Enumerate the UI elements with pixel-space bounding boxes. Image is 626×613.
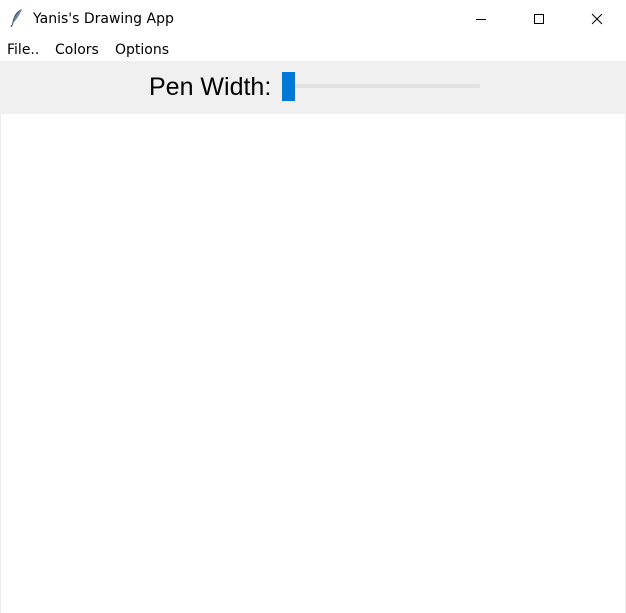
minimize-icon [476,19,486,20]
close-button[interactable] [568,0,626,38]
drawing-canvas[interactable] [0,114,626,613]
pen-width-slider[interactable] [282,71,482,101]
slider-track[interactable] [282,84,480,88]
slider-thumb[interactable] [282,72,295,101]
maximize-button[interactable] [510,0,568,38]
maximize-icon [534,14,544,24]
window-title: Yanis's Drawing App [33,11,174,27]
minimize-button[interactable] [452,0,510,38]
menu-bar: File.. Colors Options [0,38,626,61]
pen-width-label: Pen Width: [149,73,272,101]
feather-icon [9,8,25,28]
menu-options[interactable]: Options [115,41,169,59]
menu-file[interactable]: File.. [7,41,39,59]
menu-colors[interactable]: Colors [55,41,99,59]
close-icon [591,13,603,25]
title-bar[interactable]: Yanis's Drawing App [0,0,626,38]
